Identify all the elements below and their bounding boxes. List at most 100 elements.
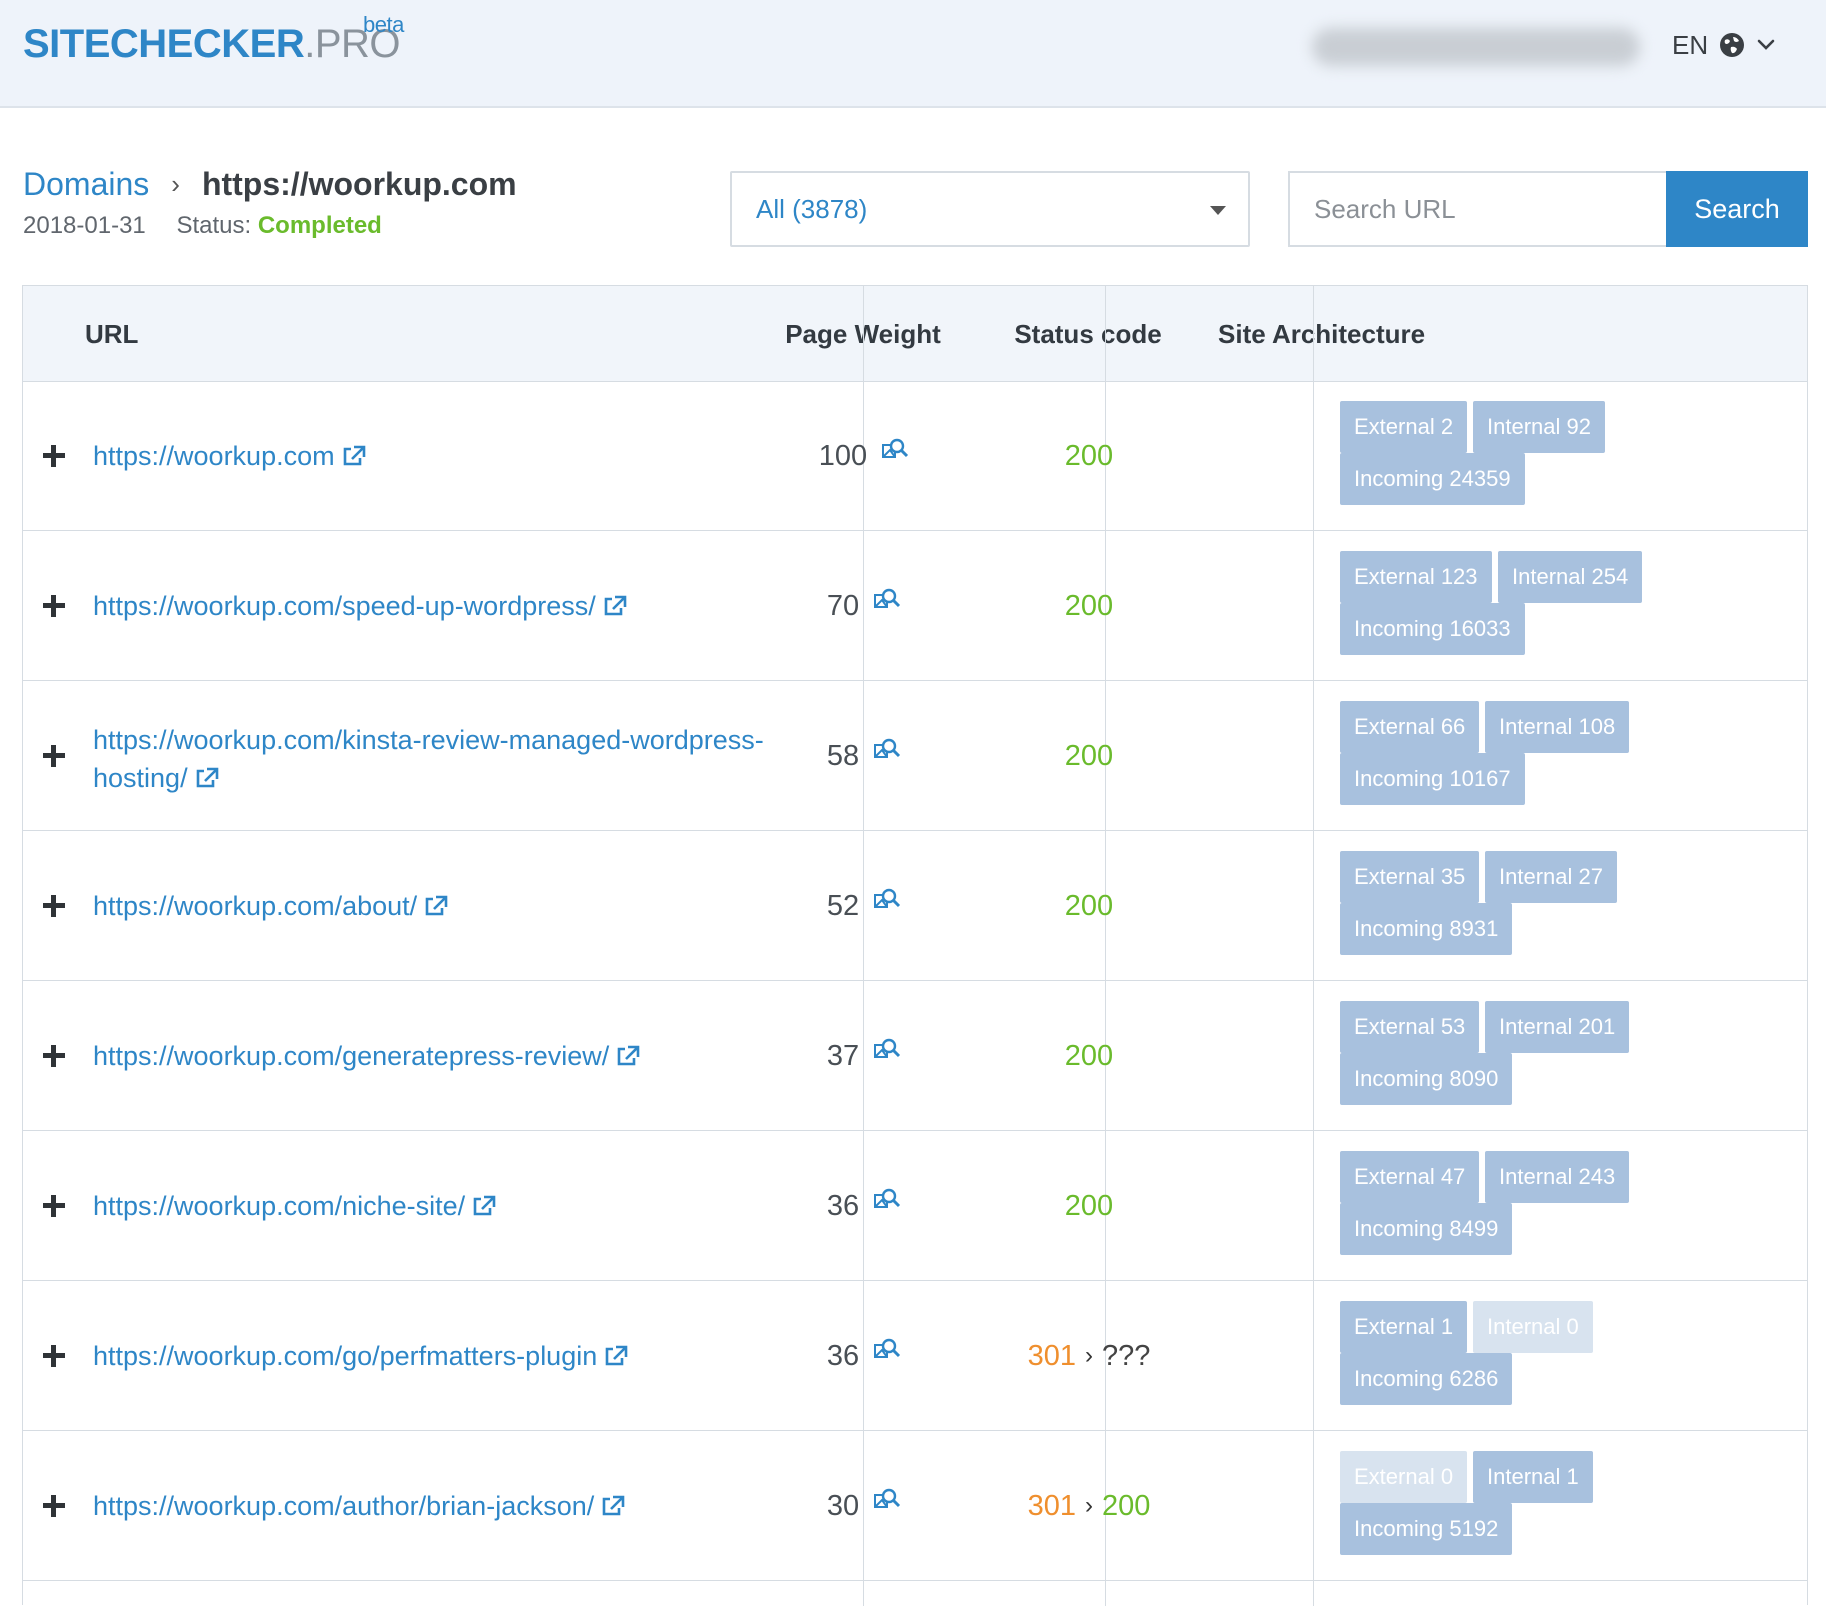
expand-row-plus-icon[interactable] xyxy=(43,1345,65,1367)
status-code-cell: 200 xyxy=(985,1131,1193,1281)
status-code-value: 301 xyxy=(1027,1339,1076,1372)
breadcrumb-domains-link[interactable]: Domains xyxy=(23,166,149,203)
external-links-tag[interactable]: External 1 xyxy=(1340,1301,1468,1353)
page-weight-value: 37 xyxy=(826,1039,860,1072)
external-link-icon[interactable] xyxy=(341,440,367,478)
page-weight-value: 58 xyxy=(826,739,860,772)
status-code-value: 200 xyxy=(1064,739,1114,772)
row-url-link[interactable]: https://woorkup.com/author/brian-jackson… xyxy=(93,1491,594,1521)
internal-links-tag[interactable]: Internal 201 xyxy=(1485,1001,1630,1053)
redirect-arrow-icon: › xyxy=(1085,1492,1093,1519)
page-weight-inspect-icon[interactable] xyxy=(873,586,901,619)
breadcrumb-separator: › xyxy=(171,169,180,199)
table-row: https://woorkup.com/niche-site/ 36 200 E… xyxy=(22,1131,1808,1281)
external-link-icon[interactable] xyxy=(615,1040,641,1078)
column-header-url[interactable]: URL xyxy=(85,286,138,382)
incoming-links-tag[interactable]: Incoming 8931 xyxy=(1340,903,1513,955)
external-links-tag[interactable]: External 2 xyxy=(1340,401,1468,453)
external-links-tag[interactable]: External 47 xyxy=(1340,1151,1480,1203)
page-weight-inspect-icon[interactable] xyxy=(881,436,909,469)
page-weight-inspect-icon[interactable] xyxy=(873,1486,901,1519)
external-link-icon[interactable] xyxy=(423,890,449,928)
page-weight-inspect-icon[interactable] xyxy=(873,1186,901,1219)
page-weight-value: 36 xyxy=(826,1189,860,1222)
row-url-cell: https://woorkup.com/author/brian-jackson… xyxy=(93,1487,833,1528)
page-weight-value: 70 xyxy=(826,589,860,622)
expand-row-plus-icon[interactable] xyxy=(43,595,65,617)
status-code-cell: 301 › 200 xyxy=(985,1431,1193,1581)
external-link-icon[interactable] xyxy=(600,1490,626,1528)
expand-row-plus-icon[interactable] xyxy=(43,745,65,767)
row-url-link[interactable]: https://woorkup.com/niche-site/ xyxy=(93,1191,465,1221)
page-weight-value: 30 xyxy=(826,1489,860,1522)
search-button[interactable]: Search xyxy=(1666,171,1808,247)
row-url-link[interactable]: https://woorkup.com/go/perfmatters-plugi… xyxy=(93,1341,597,1371)
page-weight-cell: 36 xyxy=(743,1281,985,1431)
external-link-icon[interactable] xyxy=(471,1190,497,1228)
page-weight-inspect-icon[interactable] xyxy=(873,886,901,919)
logo-beta-badge: beta xyxy=(363,12,404,37)
incoming-links-tag[interactable]: Incoming 24359 xyxy=(1340,453,1525,505)
caret-down-icon xyxy=(1210,206,1226,215)
page-weight-inspect-icon[interactable] xyxy=(873,736,901,769)
incoming-links-tag[interactable]: Incoming 16033 xyxy=(1340,603,1525,655)
incoming-links-tag[interactable]: Incoming 8090 xyxy=(1340,1053,1513,1105)
external-links-tag[interactable]: External 35 xyxy=(1340,851,1480,903)
external-links-tag[interactable]: External 53 xyxy=(1340,1001,1480,1053)
status-code-value: 200 xyxy=(1064,1039,1114,1072)
page-weight-inspect-icon[interactable] xyxy=(873,1336,901,1369)
incoming-links-tag[interactable]: Incoming 5192 xyxy=(1340,1503,1513,1555)
external-link-icon[interactable] xyxy=(602,590,628,628)
row-url-link[interactable]: https://woorkup.com/generatepress-review… xyxy=(93,1041,609,1071)
incoming-links-tag[interactable]: Incoming 8499 xyxy=(1340,1203,1513,1255)
external-links-tag[interactable]: External 0 xyxy=(1340,1451,1468,1503)
language-selector[interactable]: EN xyxy=(1672,28,1776,62)
row-url-link[interactable]: https://woorkup.com/about/ xyxy=(93,891,417,921)
internal-links-tag[interactable]: Internal 0 xyxy=(1473,1301,1593,1353)
column-header-status-code[interactable]: Status code xyxy=(984,286,1192,382)
filter-dropdown[interactable]: All (3878) xyxy=(730,171,1250,247)
external-links-tag[interactable]: External 66 xyxy=(1340,701,1480,753)
status-code-cell: 200 xyxy=(985,531,1193,681)
search-url-input[interactable] xyxy=(1288,171,1667,247)
expand-row-plus-icon[interactable] xyxy=(43,1195,65,1217)
site-architecture-cell: External 53 Internal 201 Incoming 8090 xyxy=(1340,981,1800,1131)
internal-links-tag[interactable]: Internal 92 xyxy=(1473,401,1605,453)
table-row: https://woorkup.com/generatepress-review… xyxy=(22,981,1808,1131)
external-link-icon[interactable] xyxy=(194,762,220,800)
status-code-cell: 200 xyxy=(985,681,1193,831)
column-header-site-architecture[interactable]: Site Architecture xyxy=(1218,286,1425,382)
breadcrumb: Domains › https://woorkup.com xyxy=(23,166,517,203)
language-label: EN xyxy=(1672,29,1709,60)
page-weight-value: 52 xyxy=(826,889,860,922)
row-url-cell: https://woorkup.com/kinsta-review-manage… xyxy=(93,721,833,800)
page-weight-cell: 100 xyxy=(743,381,985,531)
status-label: Status: xyxy=(176,212,252,239)
row-url-link[interactable]: https://woorkup.com/speed-up-wordpress/ xyxy=(93,591,596,621)
incoming-links-tag[interactable]: Incoming 6286 xyxy=(1340,1353,1513,1405)
expand-row-plus-icon[interactable] xyxy=(43,445,65,467)
table-row: https://woorkup.com/go/perfmatters-plugi… xyxy=(22,1281,1808,1431)
expand-row-plus-icon[interactable] xyxy=(43,1495,65,1517)
expand-row-plus-icon[interactable] xyxy=(43,1045,65,1067)
internal-links-tag[interactable]: Internal 243 xyxy=(1485,1151,1630,1203)
account-email-blurred[interactable] xyxy=(1312,28,1640,66)
page-weight-inspect-icon[interactable] xyxy=(873,1036,901,1069)
incoming-links-tag[interactable]: Incoming 10167 xyxy=(1340,753,1525,805)
internal-links-tag[interactable]: Internal 1 xyxy=(1473,1451,1593,1503)
row-url-cell: https://woorkup.com/generatepress-review… xyxy=(93,1037,833,1078)
expand-row-plus-icon[interactable] xyxy=(43,895,65,917)
page-weight-cell: 58 xyxy=(743,681,985,831)
internal-links-tag[interactable]: Internal 254 xyxy=(1498,551,1643,603)
internal-links-tag[interactable]: Internal 27 xyxy=(1485,851,1617,903)
globe-icon xyxy=(1720,33,1745,57)
status-code-value: 200 xyxy=(1064,889,1114,922)
internal-links-tag[interactable]: Internal 108 xyxy=(1485,701,1630,753)
status-code-cell: 200 xyxy=(985,831,1193,981)
row-url-cell: https://woorkup.com/go/perfmatters-plugi… xyxy=(93,1337,833,1378)
external-link-icon[interactable] xyxy=(603,1340,629,1378)
row-url-link[interactable]: https://woorkup.com xyxy=(93,441,335,471)
external-links-tag[interactable]: External 123 xyxy=(1340,551,1492,603)
page-weight-cell: 36 xyxy=(743,1131,985,1281)
sitechecker-logo[interactable]: SITECHECKER.PRO beta xyxy=(23,12,404,67)
